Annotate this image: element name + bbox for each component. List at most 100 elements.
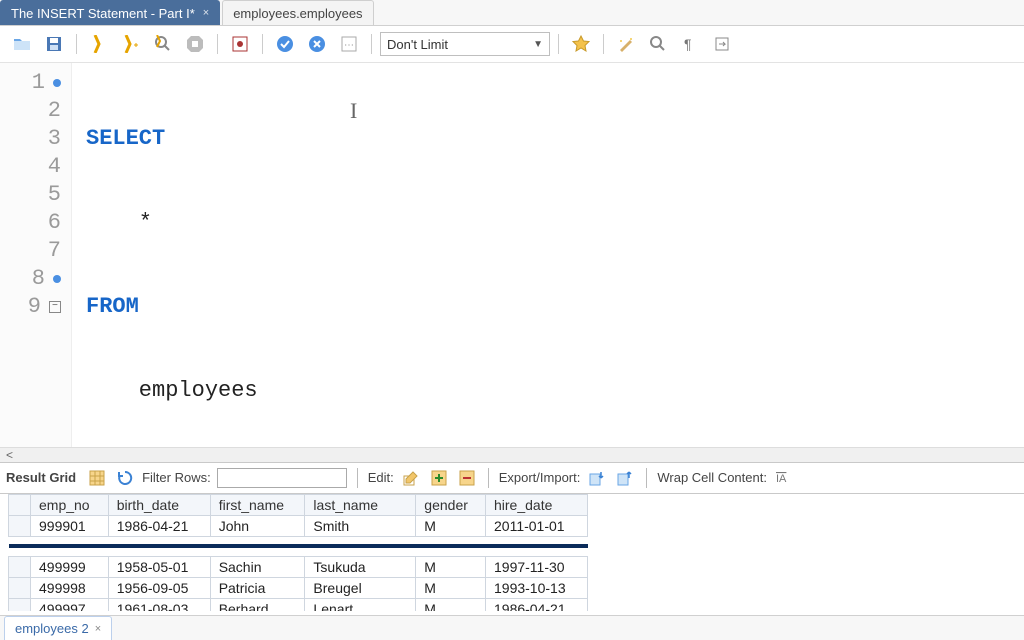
line-number: 9 (28, 293, 41, 321)
cell[interactable]: M (416, 577, 486, 598)
refresh-icon[interactable] (114, 467, 136, 489)
execute-button[interactable] (85, 32, 113, 56)
cell[interactable]: 1986-04-21 (108, 515, 210, 536)
cell[interactable]: Patricia (210, 577, 305, 598)
wrap-button[interactable] (708, 32, 736, 56)
col-header[interactable]: last_name (305, 494, 416, 515)
rollback-button[interactable] (303, 32, 331, 56)
toggle-autocommit-button[interactable] (226, 32, 254, 56)
statement-marker-icon (53, 275, 61, 283)
favorite-button[interactable] (567, 32, 595, 56)
cell[interactable]: M (416, 556, 486, 577)
table-row[interactable]: 9999011986-04-21JohnSmithM2011-01-01 (9, 515, 588, 536)
stop-button[interactable] (181, 32, 209, 56)
result-tab-label: employees 2 (15, 621, 89, 636)
grid-view-icon[interactable] (86, 467, 108, 489)
import-icon[interactable] (614, 467, 636, 489)
code-token: employees (86, 378, 258, 403)
svg-text:¶: ¶ (684, 36, 692, 52)
save-button[interactable] (40, 32, 68, 56)
open-file-button[interactable] (8, 32, 36, 56)
results-toolbar: Result Grid Filter Rows: Edit: Export/Im… (0, 462, 1024, 494)
cell[interactable]: 499998 (31, 577, 109, 598)
cell[interactable]: 1993-10-13 (486, 577, 588, 598)
line-gutter: 1 2 3 4 5 6 7 8 9− (0, 63, 72, 447)
col-header[interactable]: emp_no (31, 494, 109, 515)
wrap-cell-icon[interactable]: IA (773, 467, 795, 489)
cell[interactable]: Sachin (210, 556, 305, 577)
toggle-invisible-button[interactable]: ¶ (676, 32, 704, 56)
col-header[interactable]: hire_date (486, 494, 588, 515)
sql-editor[interactable]: I 1 2 3 4 5 6 7 8 9− SELECT * FROM emplo… (0, 63, 1024, 447)
cell[interactable]: 499997 (31, 598, 109, 611)
result-tab-employees2[interactable]: employees 2 × (4, 616, 112, 640)
text-cursor-icon: I (350, 97, 357, 125)
table-row[interactable]: 4999991958-05-01SachinTsukudaM1997-11-30 (9, 556, 588, 577)
export-import-label: Export/Import: (499, 470, 581, 485)
filter-rows-input[interactable] (217, 468, 347, 488)
edit-row-icon[interactable] (400, 467, 422, 489)
cell[interactable]: Berhard (210, 598, 305, 611)
tab-insert-statement[interactable]: The INSERT Statement - Part I* × (0, 0, 220, 25)
cell[interactable]: Breugel (305, 577, 416, 598)
cell[interactable]: 1958-05-01 (108, 556, 210, 577)
separator (217, 34, 218, 54)
fold-icon[interactable]: − (49, 301, 61, 313)
close-icon[interactable]: × (203, 7, 209, 19)
row-header[interactable] (9, 515, 31, 536)
row-header-corner (9, 494, 31, 515)
add-row-icon[interactable] (428, 467, 450, 489)
tab-employees-table[interactable]: employees.employees (222, 0, 373, 25)
limit-label: Don't Limit (387, 37, 448, 52)
cell[interactable]: Lenart (305, 598, 416, 611)
code-area[interactable]: SELECT * FROM employees ORDER BY emp_no … (72, 63, 363, 447)
line-number: 8 (32, 265, 45, 293)
beautify-button[interactable] (612, 32, 640, 56)
scroll-left-icon[interactable]: < (6, 448, 13, 462)
separator (558, 34, 559, 54)
statement-marker-icon (53, 79, 61, 87)
find-button[interactable] (644, 32, 672, 56)
cell[interactable]: John (210, 515, 305, 536)
cell[interactable]: 2011-01-01 (486, 515, 588, 536)
cell[interactable]: M (416, 598, 486, 611)
cell[interactable]: Smith (305, 515, 416, 536)
code-token: FROM (86, 294, 139, 319)
separator (76, 34, 77, 54)
cell[interactable]: 1961-08-03 (108, 598, 210, 611)
delete-row-icon[interactable] (456, 467, 478, 489)
cell[interactable]: M (416, 515, 486, 536)
cell[interactable]: 999901 (31, 515, 109, 536)
line-number: 1 (32, 69, 45, 97)
col-header[interactable]: birth_date (108, 494, 210, 515)
separator (603, 34, 604, 54)
col-header[interactable]: gender (416, 494, 486, 515)
edit-label: Edit: (368, 470, 394, 485)
table-row[interactable]: 4999981956-09-05PatriciaBreugelM1993-10-… (9, 577, 588, 598)
row-limit-dropdown[interactable]: Don't Limit ▼ (380, 32, 550, 56)
separator (371, 34, 372, 54)
editor-horizontal-scrollbar[interactable]: < (0, 447, 1024, 462)
result-grid[interactable]: emp_no birth_date first_name last_name g… (8, 494, 588, 611)
cell[interactable]: 1986-04-21 (486, 598, 588, 611)
row-header[interactable] (9, 556, 31, 577)
commit-button[interactable] (271, 32, 299, 56)
cell[interactable]: 499999 (31, 556, 109, 577)
execute-current-button[interactable] (117, 32, 145, 56)
cell[interactable]: 1997-11-30 (486, 556, 588, 577)
line-number: 7 (48, 237, 61, 265)
close-icon[interactable]: × (95, 623, 101, 635)
code-token: SELECT (86, 126, 165, 151)
explain-button[interactable] (149, 32, 177, 56)
export-icon[interactable] (586, 467, 608, 489)
code-token: * (86, 210, 152, 235)
line-number: 6 (48, 209, 61, 237)
row-header[interactable] (9, 598, 31, 611)
table-row[interactable]: 4999971961-08-03BerhardLenartM1986-04-21 (9, 598, 588, 611)
toggle-whitespace-button[interactable]: ⋯ (335, 32, 363, 56)
row-header[interactable] (9, 577, 31, 598)
cell[interactable]: Tsukuda (305, 556, 416, 577)
col-header[interactable]: first_name (210, 494, 305, 515)
cell[interactable]: 1956-09-05 (108, 577, 210, 598)
line-number: 2 (48, 97, 61, 125)
